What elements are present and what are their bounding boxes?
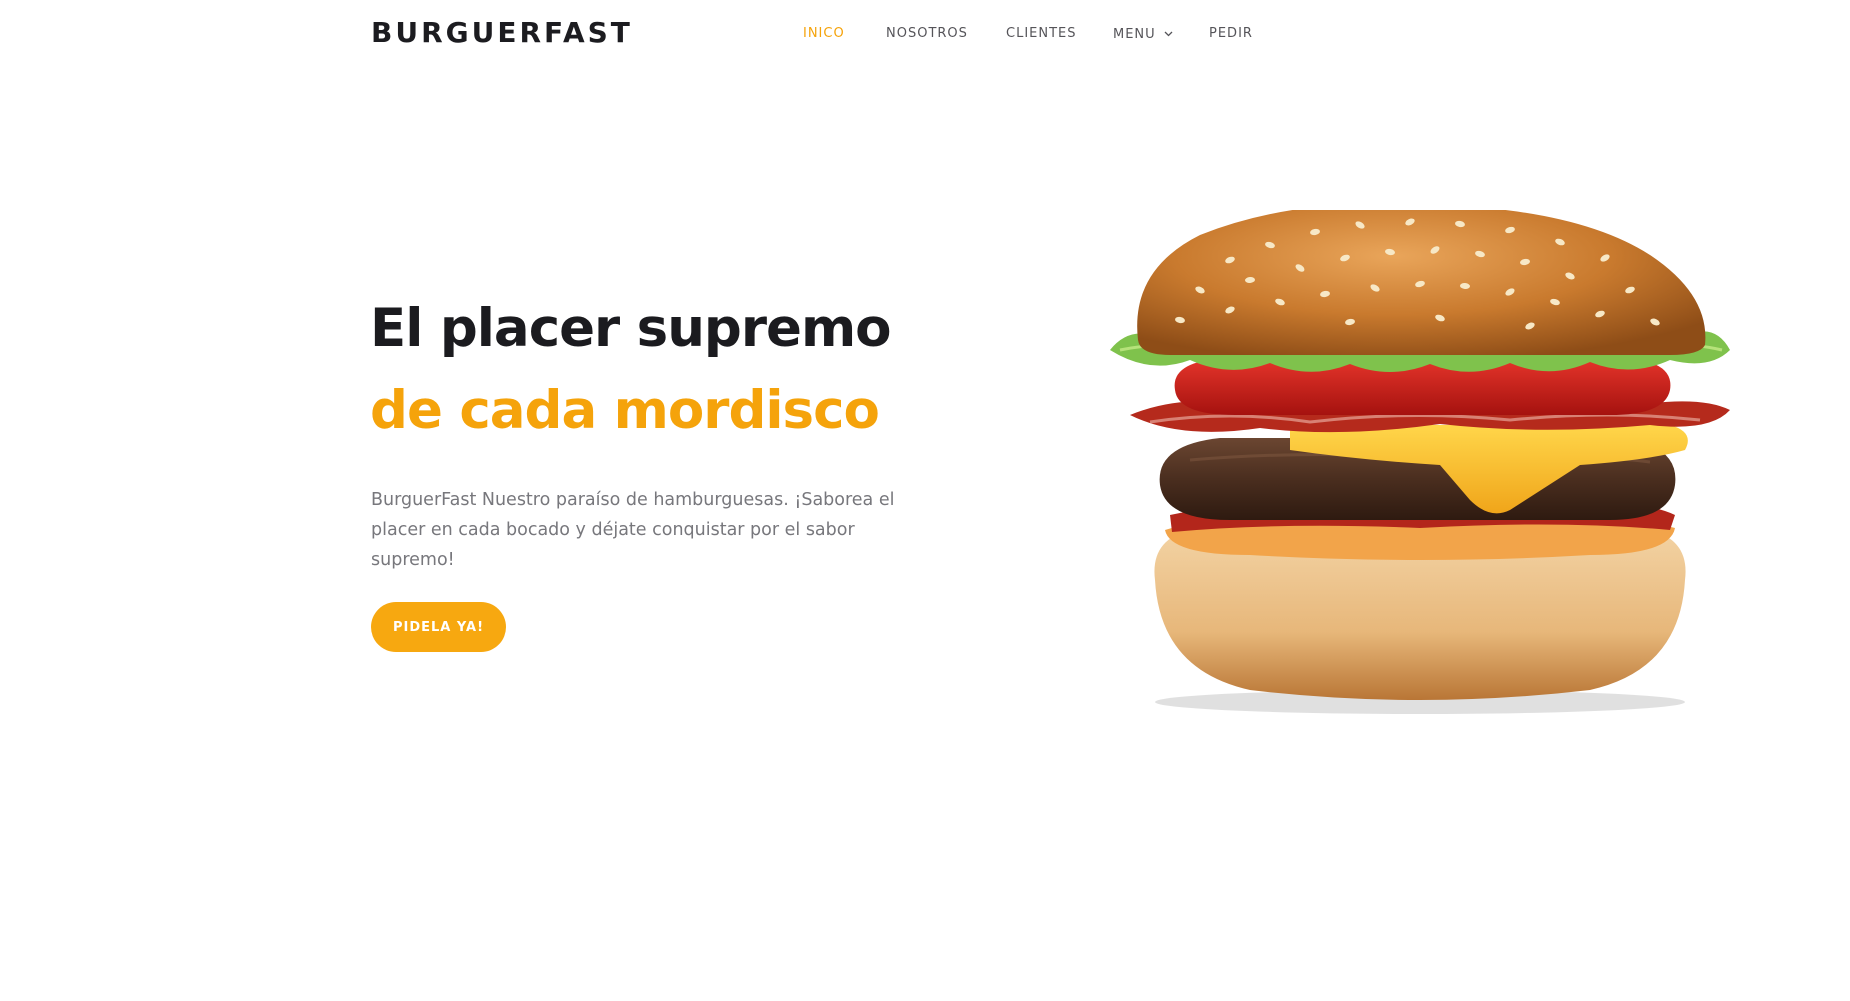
order-now-button[interactable]: PIDELA YA! (371, 602, 506, 652)
nav-item-menu[interactable]: MENU (1113, 26, 1173, 42)
nav-item-clientes[interactable]: CLIENTES (1006, 26, 1077, 41)
landing-page: BURGUERFAST INICO NOSOTROS CLIENTES MENU… (0, 0, 1850, 1001)
nav-item-nosotros[interactable]: NOSOTROS (886, 26, 968, 41)
nav-item-inico[interactable]: INICO (803, 26, 845, 41)
brand-logo[interactable]: BURGUERFAST (371, 16, 633, 49)
hero-title-line1: El placer supremo (370, 298, 892, 359)
nav-item-pedir[interactable]: PEDIR (1209, 26, 1253, 41)
hero-description: BurguerFast Nuestro paraíso de hamburgue… (371, 490, 895, 570)
hero-title-line2: de cada mordisco (370, 380, 880, 441)
hamburger-image (1110, 203, 1730, 724)
nav-item-menu-label: MENU (1113, 27, 1156, 42)
chevron-down-icon (1164, 26, 1173, 41)
